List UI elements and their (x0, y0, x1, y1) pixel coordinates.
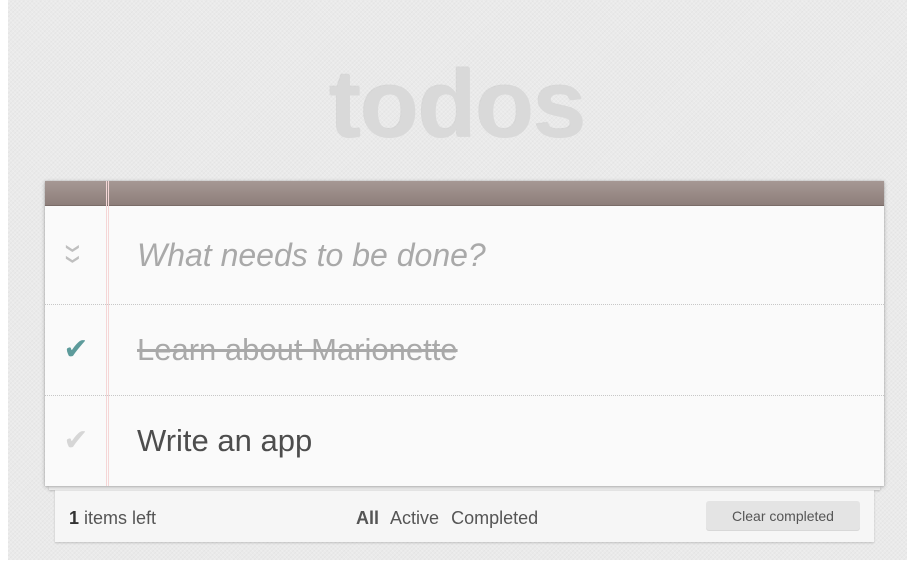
todo-item[interactable]: ✔ Learn about Marionette (45, 305, 884, 396)
todo-item-label[interactable]: Learn about Marionette (137, 331, 458, 369)
filters: All Active Completed (356, 508, 545, 529)
filter-active[interactable]: Active (390, 508, 439, 528)
page-background: todos ❯❯ ✔ Learn about Marionette ✔ Writ… (0, 0, 915, 566)
checkmark-icon[interactable]: ✔ (61, 333, 91, 367)
filter-all[interactable]: All (356, 508, 379, 528)
todo-footer: 1 items left All Active Completed Clear … (55, 490, 874, 542)
new-todo-input[interactable] (137, 232, 837, 278)
toggle-all-icon[interactable]: ❯❯ (63, 243, 83, 265)
app-title: todos (329, 51, 586, 158)
todo-count: 1 items left (69, 508, 156, 529)
clear-completed-button[interactable]: Clear completed (706, 501, 860, 531)
todo-item-label[interactable]: Write an app (137, 422, 312, 460)
todo-panel: ❯❯ ✔ Learn about Marionette ✔ Write an a… (45, 181, 884, 486)
todo-count-number: 1 (69, 508, 80, 528)
window-edge-bottom (0, 560, 915, 566)
todo-count-suffix: items left (79, 508, 157, 528)
filter-completed[interactable]: Completed (451, 508, 538, 528)
panel-header-bar (45, 181, 884, 206)
new-todo-row: ❯❯ (45, 206, 884, 305)
checkmark-icon[interactable]: ✔ (61, 424, 91, 458)
todo-item[interactable]: ✔ Write an app (45, 396, 884, 486)
